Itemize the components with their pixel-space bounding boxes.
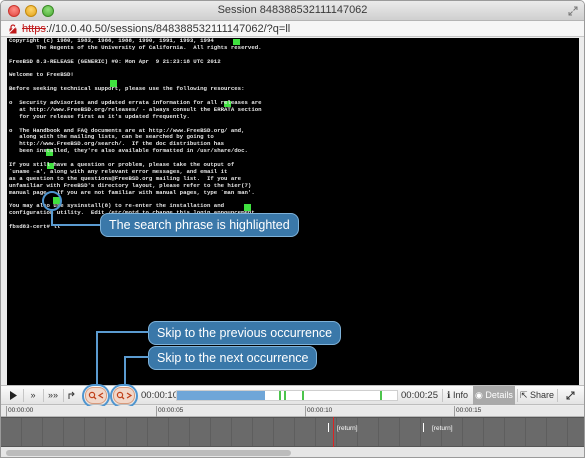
callout-connector xyxy=(51,224,101,226)
timeline-scrollbar[interactable] xyxy=(1,447,584,457)
terminal-line: manual page. If you are not familiar wit… xyxy=(9,188,255,196)
playhead[interactable] xyxy=(333,417,334,447)
total-time: 00:00:25 xyxy=(401,390,438,401)
info-icon: ℹ xyxy=(447,390,451,400)
title-bar: Session 8483885321111470​62 xyxy=(1,1,584,21)
search-hit-marker xyxy=(302,391,304,400)
expand-icon xyxy=(566,391,574,400)
event-marker xyxy=(328,423,329,432)
player-controls: » »» 00:00:10 00:00:25 ℹ Info ◉ Details … xyxy=(1,384,584,408)
ruler-label: 00:00:00 xyxy=(8,407,34,414)
ruler-tick xyxy=(305,406,306,417)
ruler-tick xyxy=(6,406,7,417)
url-text[interactable]: https://10.0.40.50/sessions/848388532111… xyxy=(22,21,290,37)
progress-fill xyxy=(177,391,265,400)
terminal-line: Welcome to FreeBSD! xyxy=(9,71,74,79)
highlight-ring xyxy=(82,384,110,408)
ruler-tick xyxy=(156,406,157,417)
callout-connector xyxy=(124,356,149,358)
terminal-line: FreeBSD 8.3-RELEASE (GENERIC) #0: Mon Ap… xyxy=(9,57,221,65)
fast-forward-button[interactable]: » xyxy=(25,386,41,405)
divider xyxy=(442,389,443,402)
terminal-line: Before seeking technical support, please… xyxy=(9,85,245,93)
time-ruler: 00:00:00 00:00:05 00:00:10 00:00:15 xyxy=(1,406,584,417)
divider xyxy=(517,389,518,402)
timeline[interactable]: 00:00:00 00:00:05 00:00:10 00:00:15 [ret… xyxy=(1,406,584,457)
callout-next-occurrence: Skip to the next occurrence xyxy=(148,346,318,370)
callout-connector xyxy=(96,331,98,386)
share-icon: ⇱ xyxy=(519,390,528,400)
share-button[interactable]: ⇱ Share xyxy=(519,386,555,405)
address-bar[interactable]: https://10.0.40.50/sessions/848388532111… xyxy=(1,21,584,37)
terminal-line: been installed, they're also available f… xyxy=(9,147,248,155)
event-track xyxy=(1,418,584,446)
url-path: ://10.0.40.50/sessions/84838853211114706… xyxy=(45,23,291,35)
details-label: Details xyxy=(485,390,513,400)
highlight-ring xyxy=(42,191,62,211)
highlight-ring xyxy=(110,384,138,408)
terminal-line: The Regents of the University of Califor… xyxy=(9,43,262,51)
fullscreen-toggle-button[interactable] xyxy=(561,386,579,405)
current-time: 00:00:10 xyxy=(141,390,178,401)
search-hit-marker xyxy=(284,391,286,400)
terminal-output: Copyright (c) 1980, 1983, 1986, 1988, 19… xyxy=(9,38,577,231)
progress-bar[interactable] xyxy=(176,390,398,401)
eye-icon: ◉ xyxy=(475,390,483,400)
event-marker xyxy=(423,423,424,432)
step-button[interactable] xyxy=(64,386,80,405)
terminal-line: for your release first as it's updated f… xyxy=(9,112,190,120)
share-label: Share xyxy=(530,390,555,400)
search-hit-marker xyxy=(380,391,382,400)
window-title: Session 8483885321111470​62 xyxy=(217,4,368,16)
play-button[interactable] xyxy=(5,386,21,405)
details-button[interactable]: ◉ Details xyxy=(473,386,515,405)
callout-connector xyxy=(96,331,149,333)
ruler-label: 00:00:10 xyxy=(307,407,333,414)
step-icon xyxy=(68,391,75,399)
callout-search-highlight: The search phrase is highlighted xyxy=(100,213,299,237)
callout-connector xyxy=(51,211,53,225)
divider xyxy=(557,389,558,402)
info-button[interactable]: ℹ Info xyxy=(444,386,471,405)
info-label: Info xyxy=(452,390,468,400)
browser-window: Session 8483885321111470​62 https://10.0… xyxy=(0,0,585,458)
fullscreen-icon[interactable] xyxy=(568,6,578,16)
faster-forward-button[interactable]: »» xyxy=(45,386,61,405)
search-hit-marker xyxy=(279,391,281,400)
event-label: [return] xyxy=(432,425,453,432)
ruler-label: 00:00:05 xyxy=(158,407,184,414)
divider xyxy=(23,389,24,402)
ruler-tick xyxy=(454,406,455,417)
url-scheme: https xyxy=(22,23,46,35)
ruler-label: 00:00:15 xyxy=(456,407,482,414)
event-label: [return] xyxy=(337,425,358,432)
broken-lock-icon xyxy=(8,24,18,34)
callout-previous-occurrence: Skip to the previous occurrence xyxy=(148,321,342,345)
scrollbar-thumb[interactable] xyxy=(6,450,291,456)
divider xyxy=(43,389,44,402)
callout-connector xyxy=(124,356,126,386)
play-icon xyxy=(10,391,17,400)
